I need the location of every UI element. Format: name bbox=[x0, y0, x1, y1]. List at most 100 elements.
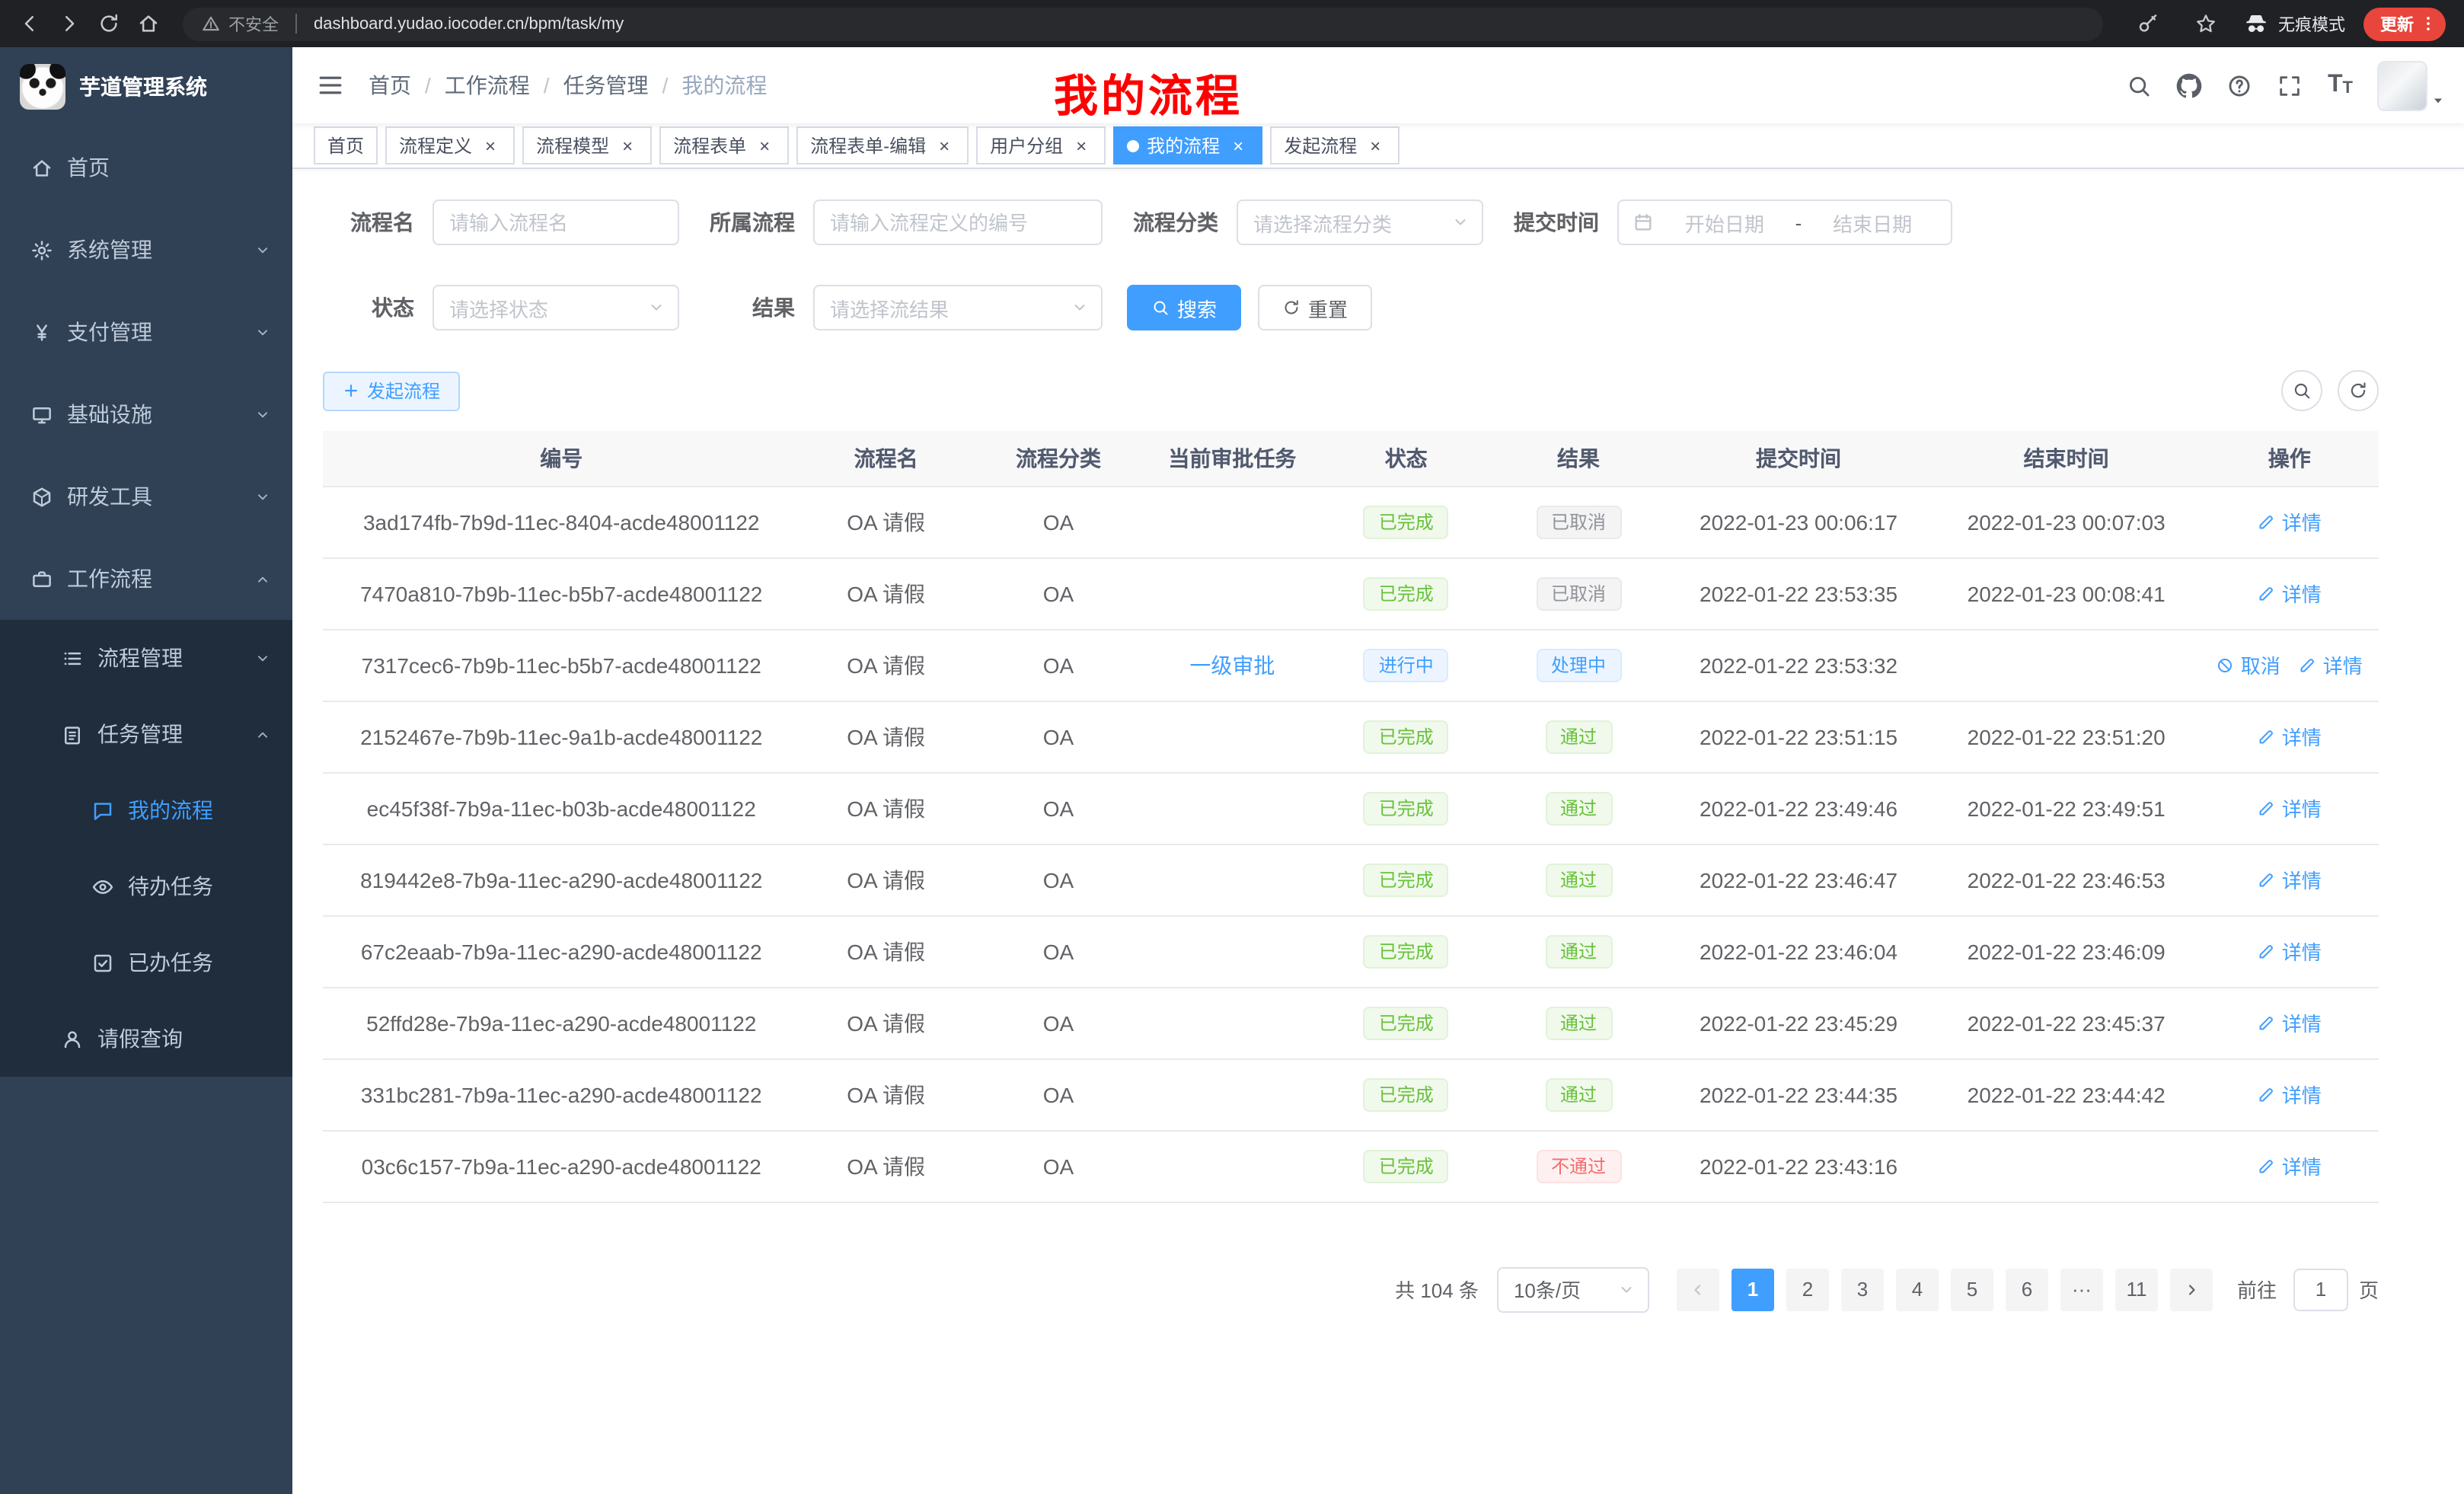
search-icon bbox=[1151, 298, 1170, 317]
browser-forward-button[interactable] bbox=[49, 4, 88, 43]
toggle-search-button[interactable] bbox=[2281, 370, 2322, 411]
detail-link[interactable]: 详情 bbox=[2258, 865, 2322, 894]
sidebar-item-system[interactable]: 系统管理 bbox=[0, 209, 292, 291]
tab-process-model[interactable]: 流程模型× bbox=[522, 126, 652, 164]
close-icon[interactable]: × bbox=[934, 135, 955, 156]
page-5-button[interactable]: 5 bbox=[1951, 1268, 1993, 1310]
sidebar-item-home[interactable]: 首页 bbox=[0, 126, 292, 209]
sidebar-toggle-button[interactable] bbox=[317, 72, 344, 99]
process-name-cell: OA 请假 bbox=[800, 629, 972, 701]
close-icon[interactable]: × bbox=[480, 135, 501, 156]
next-page-button[interactable] bbox=[2170, 1268, 2213, 1310]
sidebar-item-label: 任务管理 bbox=[97, 719, 183, 749]
detail-link[interactable]: 详情 bbox=[2299, 650, 2363, 679]
tab-process-form[interactable]: 流程表单× bbox=[659, 126, 789, 164]
result-select[interactable]: 请选择流结果 bbox=[813, 285, 1103, 330]
status-cell: 进行中 bbox=[1320, 629, 1492, 701]
sidebar-item-task-management[interactable]: 任务管理 bbox=[0, 696, 292, 772]
fullscreen-button[interactable] bbox=[2277, 72, 2303, 98]
detail-link[interactable]: 详情 bbox=[2258, 507, 2322, 536]
current-task-link[interactable]: 一级审批 bbox=[1189, 653, 1275, 677]
submit-time-cell: 2022-01-22 23:45:29 bbox=[1664, 987, 1933, 1058]
sidebar-item-workflow[interactable]: 工作流程 bbox=[0, 538, 292, 620]
sidebar-item-payment[interactable]: 支付管理 bbox=[0, 291, 292, 373]
bookmark-star-button[interactable] bbox=[2185, 4, 2225, 43]
detail-link[interactable]: 详情 bbox=[2258, 1080, 2322, 1109]
breadcrumb-item[interactable]: 任务管理 bbox=[563, 70, 682, 101]
tab-process-definition[interactable]: 流程定义× bbox=[385, 126, 515, 164]
update-label: 更新 bbox=[2380, 11, 2414, 36]
help-button[interactable] bbox=[2227, 72, 2253, 98]
goto-label: 前往 bbox=[2237, 1275, 2277, 1304]
submit-time-range-picker[interactable]: 开始日期 - 结束日期 bbox=[1617, 200, 1952, 245]
page-6-button[interactable]: 6 bbox=[2006, 1268, 2048, 1310]
browser-home-button[interactable] bbox=[128, 4, 168, 43]
category-select[interactable]: 请选择流程分类 bbox=[1237, 200, 1483, 245]
page-2-button[interactable]: 2 bbox=[1786, 1268, 1829, 1310]
cancel-link[interactable]: 取消 bbox=[2217, 650, 2280, 679]
github-button[interactable] bbox=[2177, 72, 2203, 98]
browser-update-button[interactable]: 更新 bbox=[2363, 7, 2446, 40]
detail-link[interactable]: 详情 bbox=[2258, 1008, 2322, 1037]
header-search-button[interactable] bbox=[2127, 72, 2153, 98]
detail-link[interactable]: 详情 bbox=[2258, 1151, 2322, 1180]
goto-page-input[interactable] bbox=[2293, 1268, 2348, 1310]
search-button[interactable]: 搜索 bbox=[1127, 285, 1241, 330]
sidebar-item-todo-tasks[interactable]: 待办任务 bbox=[0, 848, 292, 924]
process-definition-input[interactable] bbox=[813, 200, 1103, 245]
sidebar-item-infrastructure[interactable]: 基础设施 bbox=[0, 373, 292, 455]
detail-link[interactable]: 详情 bbox=[2258, 579, 2322, 608]
column-header: 结果 bbox=[1492, 431, 1664, 486]
end-date-placeholder[interactable]: 结束日期 bbox=[1808, 208, 1937, 237]
avatar[interactable] bbox=[2377, 60, 2427, 110]
page-4-button[interactable]: 4 bbox=[1896, 1268, 1939, 1310]
process-id-cell: 52ffd28e-7b9a-11ec-a290-acde48001122 bbox=[323, 987, 800, 1058]
breadcrumb-item[interactable]: 首页 bbox=[369, 70, 445, 101]
sidebar-item-process-management[interactable]: 流程管理 bbox=[0, 620, 292, 696]
prev-page-button[interactable] bbox=[1677, 1268, 1719, 1310]
sidebar-item-done-tasks[interactable]: 已办任务 bbox=[0, 924, 292, 1001]
sidebar-item-my-process[interactable]: 我的流程 bbox=[0, 772, 292, 848]
close-icon[interactable]: × bbox=[1071, 135, 1092, 156]
start-date-placeholder[interactable]: 开始日期 bbox=[1660, 208, 1789, 237]
browser-reload-button[interactable] bbox=[88, 4, 128, 43]
edit-icon bbox=[2258, 727, 2276, 745]
breadcrumb-item[interactable]: 工作流程 bbox=[445, 70, 563, 101]
detail-link[interactable]: 详情 bbox=[2258, 937, 2322, 966]
address-bar[interactable]: 不安全 dashboard.yudao.iocoder.cn/bpm/task/… bbox=[183, 7, 2103, 40]
refresh-table-button[interactable] bbox=[2338, 370, 2379, 411]
process-name-input[interactable] bbox=[432, 200, 679, 245]
more-pages-button[interactable]: ··· bbox=[2060, 1268, 2103, 1310]
screenshot-root: 不安全 dashboard.yudao.iocoder.cn/bpm/task/… bbox=[0, 0, 2464, 1494]
detail-link[interactable]: 详情 bbox=[2258, 793, 2322, 822]
user-menu[interactable] bbox=[2377, 60, 2446, 110]
actions-cell: 详情 bbox=[2200, 1058, 2379, 1130]
page-1-button[interactable]: 1 bbox=[1732, 1268, 1774, 1310]
security-status[interactable]: 不安全 bbox=[201, 11, 279, 36]
plus-icon bbox=[343, 382, 359, 399]
tab-home[interactable]: 首页 bbox=[314, 126, 378, 164]
close-icon[interactable]: × bbox=[1227, 135, 1249, 156]
close-icon[interactable]: × bbox=[1364, 135, 1386, 156]
start-process-button[interactable]: 发起流程 bbox=[323, 371, 460, 410]
status-select[interactable]: 请选择状态 bbox=[432, 285, 679, 330]
font-size-button[interactable]: TT bbox=[2328, 73, 2353, 97]
tab-my-process[interactable]: 我的流程× bbox=[1113, 126, 1262, 164]
page-11-button[interactable]: 11 bbox=[2115, 1268, 2158, 1310]
process-definition-label: 所属流程 bbox=[704, 207, 813, 238]
password-key-button[interactable] bbox=[2127, 4, 2167, 43]
sidebar-item-devtools[interactable]: 研发工具 bbox=[0, 455, 292, 538]
incognito-badge: 无痕模式 bbox=[2243, 11, 2345, 37]
tab-process-form-edit[interactable]: 流程表单-编辑× bbox=[796, 126, 969, 164]
page-size-select[interactable]: 10条/页 bbox=[1497, 1266, 1649, 1312]
browser-back-button[interactable] bbox=[9, 4, 49, 43]
detail-link[interactable]: 详情 bbox=[2258, 722, 2322, 751]
current-task-cell bbox=[1144, 1130, 1320, 1202]
close-icon[interactable]: × bbox=[617, 135, 638, 156]
reset-button[interactable]: 重置 bbox=[1258, 285, 1372, 330]
sidebar-item-leave-query[interactable]: 请假查询 bbox=[0, 1001, 292, 1077]
page-3-button[interactable]: 3 bbox=[1841, 1268, 1884, 1310]
close-icon[interactable]: × bbox=[754, 135, 775, 156]
tab-start-process[interactable]: 发起流程× bbox=[1270, 126, 1400, 164]
tab-user-group[interactable]: 用户分组× bbox=[976, 126, 1106, 164]
